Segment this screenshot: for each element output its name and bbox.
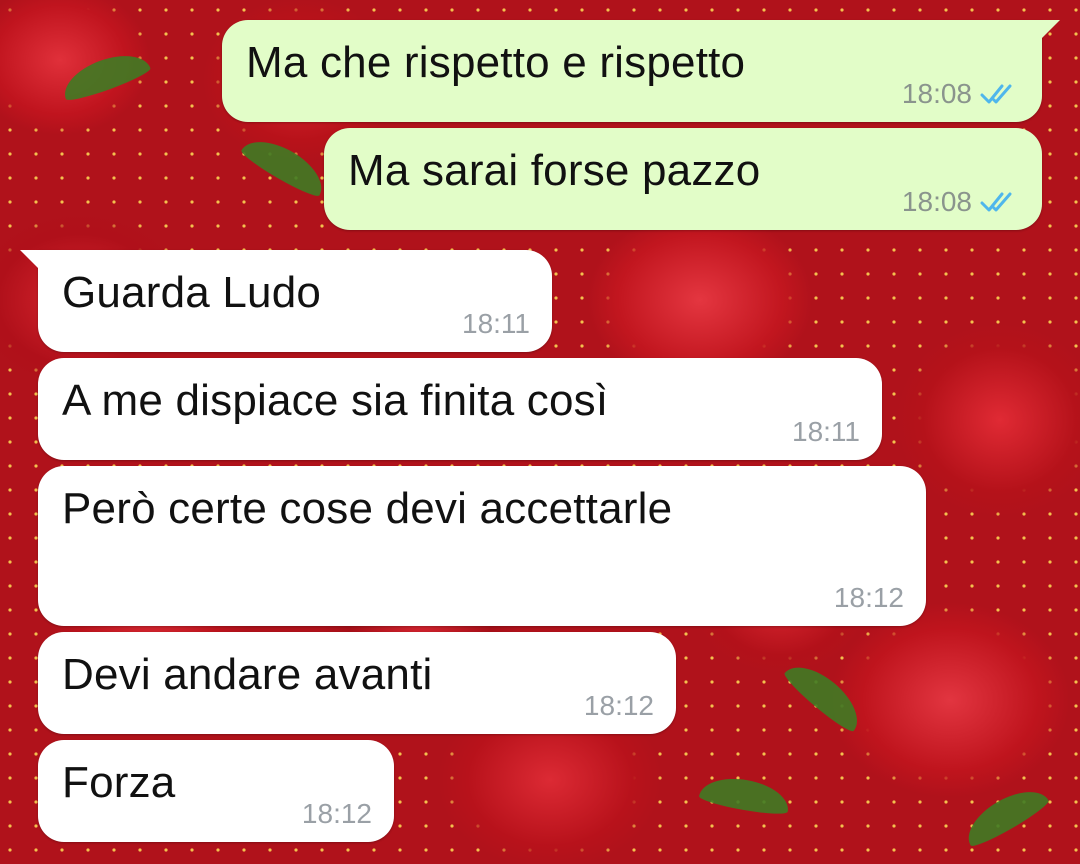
message-text: Ma che rispetto e rispetto	[246, 38, 746, 87]
message-meta: 18:11	[462, 308, 530, 340]
message-text: Devi andare avanti	[62, 650, 433, 699]
message-time: 18:12	[583, 690, 654, 721]
message-time: 18:12	[301, 798, 372, 829]
double-check-icon	[980, 84, 1012, 104]
chat-message-list[interactable]: Ma che rispetto e rispetto 18:08 Ma sara…	[0, 0, 1080, 864]
message-time: 18:12	[833, 582, 904, 613]
message-meta: 18:12	[584, 690, 654, 722]
message-bubble-incoming[interactable]: A me dispiace sia finita così 18:11	[38, 358, 882, 460]
message-meta: 18:11	[792, 416, 860, 448]
message-meta: 18:08	[902, 78, 1020, 110]
message-bubble-outgoing[interactable]: Ma che rispetto e rispetto 18:08	[222, 20, 1060, 122]
message-time: 18:11	[792, 416, 860, 447]
message-bubble-incoming[interactable]: Però certe cose devi accettarle 18:12	[38, 466, 926, 626]
message-time: 18:08	[901, 186, 972, 217]
message-time: 18:11	[462, 308, 530, 339]
message-bubble-incoming[interactable]: Forza 18:12	[38, 740, 394, 842]
message-text: Guarda Ludo	[62, 268, 322, 317]
message-time: 18:08	[901, 78, 972, 109]
message-bubble-incoming[interactable]: Guarda Ludo 18:11	[20, 250, 552, 352]
message-text: Però certe cose devi accettarle	[62, 484, 673, 533]
bubble-tail	[20, 250, 42, 272]
message-bubble-outgoing[interactable]: Ma sarai forse pazzo 18:08	[324, 128, 1042, 230]
message-text: Forza	[62, 758, 176, 807]
message-bubble-incoming[interactable]: Devi andare avanti 18:12	[38, 632, 676, 734]
message-meta: 18:08	[902, 186, 1020, 218]
message-text: Ma sarai forse pazzo	[348, 146, 761, 195]
message-meta: 18:12	[834, 582, 904, 614]
message-meta: 18:12	[302, 798, 372, 830]
bubble-tail	[1038, 20, 1060, 42]
message-text: A me dispiace sia finita così	[62, 376, 609, 425]
double-check-icon	[980, 192, 1012, 212]
